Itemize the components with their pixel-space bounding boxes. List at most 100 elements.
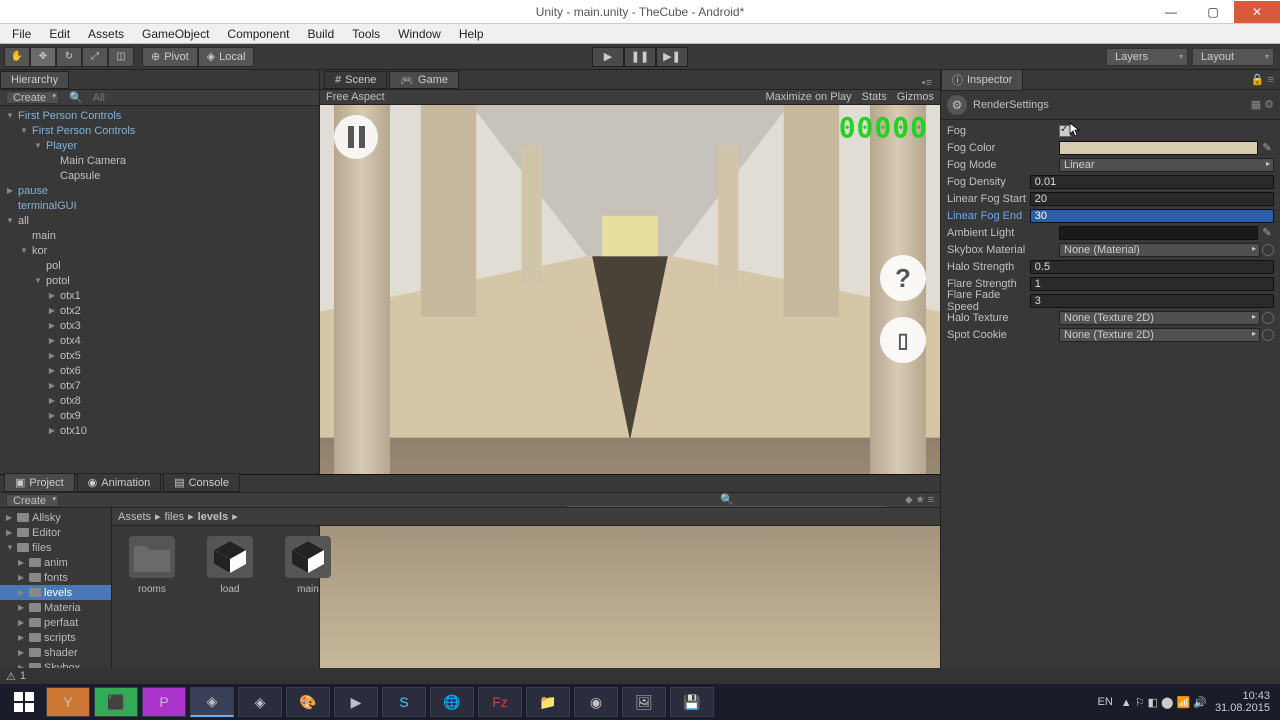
hierarchy-item[interactable]: Main Camera	[0, 153, 319, 168]
pause-button[interactable]: ❚❚	[624, 47, 656, 67]
taskbar-app-14[interactable]: 💾	[670, 687, 714, 717]
hierarchy-item[interactable]: ▶pause	[0, 183, 319, 198]
maximize-on-play-toggle[interactable]: Maximize on Play	[765, 91, 851, 103]
component-help-icon[interactable]: ▦ ⚙	[1251, 98, 1274, 111]
menu-component[interactable]: Component	[219, 25, 297, 43]
window-close-button[interactable]: ✕	[1234, 1, 1280, 23]
move-tool-button[interactable]: ✥	[30, 47, 56, 67]
project-folder-item[interactable]: ▶levels	[0, 585, 111, 600]
menu-edit[interactable]: Edit	[41, 25, 78, 43]
project-filter-icons[interactable]: ⬥ ★ ≡	[905, 494, 934, 507]
hierarchy-item[interactable]: ▶otx5	[0, 348, 319, 363]
taskbar-app-1[interactable]: Y	[46, 687, 90, 717]
project-folder-item[interactable]: ▼files	[0, 540, 111, 555]
panel-menu-icon[interactable]: ▪≡	[922, 77, 932, 89]
menu-file[interactable]: File	[4, 25, 39, 43]
project-folder-item[interactable]: ▶Editor	[0, 525, 111, 540]
taskbar-app-6[interactable]: 🎨	[286, 687, 330, 717]
text-field[interactable]	[1030, 209, 1274, 223]
hierarchy-item[interactable]: ▶otx10	[0, 423, 319, 438]
menu-help[interactable]: Help	[451, 25, 492, 43]
hierarchy-item[interactable]: ▶otx9	[0, 408, 319, 423]
project-folder-item[interactable]: ▶Allsky	[0, 510, 111, 525]
game-pause-button[interactable]	[334, 115, 378, 159]
hierarchy-tab[interactable]: Hierarchy	[0, 71, 69, 89]
inspector-lock-icon[interactable]: 🔒 ≡	[1251, 73, 1280, 86]
window-minimize-button[interactable]: —	[1150, 1, 1192, 23]
animation-tab[interactable]: ◉ Animation	[77, 473, 162, 492]
game-door-button[interactable]: ▯	[880, 317, 926, 363]
tray-lang[interactable]: EN	[1098, 696, 1113, 708]
hierarchy-item[interactable]: main	[0, 228, 319, 243]
menu-assets[interactable]: Assets	[80, 25, 132, 43]
object-picker-icon[interactable]	[1262, 312, 1274, 324]
project-tab[interactable]: ▣ Project	[4, 473, 75, 492]
project-folder-item[interactable]: ▶Materia	[0, 600, 111, 615]
eyedropper-icon[interactable]: ✎	[1260, 226, 1274, 239]
hand-tool-button[interactable]: ✋	[4, 47, 30, 67]
taskbar-explorer[interactable]: 📁	[526, 687, 570, 717]
project-folder-item[interactable]: ▶anim	[0, 555, 111, 570]
dropdown-field[interactable]: Linear	[1059, 158, 1274, 172]
taskbar-skype[interactable]: S	[382, 687, 426, 717]
game-tab[interactable]: 🎮Game	[389, 71, 459, 89]
color-field[interactable]	[1059, 141, 1258, 155]
object-field[interactable]: None (Material)	[1059, 243, 1260, 257]
hierarchy-item[interactable]: pol	[0, 258, 319, 273]
hierarchy-item[interactable]: ▼kor	[0, 243, 319, 258]
stats-toggle[interactable]: Stats	[862, 91, 887, 103]
asset-item[interactable]: load	[200, 536, 260, 666]
asset-item[interactable]: rooms	[122, 536, 182, 666]
taskbar-app-7[interactable]: ▶	[334, 687, 378, 717]
hierarchy-item[interactable]: ▶otx1	[0, 288, 319, 303]
hierarchy-item[interactable]: ▼First Person Controls	[0, 108, 319, 123]
taskbar-app-2[interactable]: ⬛	[94, 687, 138, 717]
project-create-dropdown[interactable]: Create	[6, 494, 59, 507]
taskbar-filezilla[interactable]: Fz	[478, 687, 522, 717]
rotate-tool-button[interactable]: ↻	[56, 47, 82, 67]
taskbar-steam[interactable]: ◉	[574, 687, 618, 717]
rect-tool-button[interactable]: ◫	[108, 47, 134, 67]
hierarchy-item[interactable]: terminalGUI	[0, 198, 319, 213]
hierarchy-item[interactable]: ▶otx3	[0, 318, 319, 333]
text-field[interactable]	[1030, 192, 1274, 206]
pivot-button[interactable]: ⊕Pivot	[142, 47, 198, 67]
hierarchy-item[interactable]: ▶otx6	[0, 363, 319, 378]
hierarchy-item[interactable]: ▼potol	[0, 273, 319, 288]
hierarchy-item[interactable]: ▼First Person Controls	[0, 123, 319, 138]
layers-dropdown[interactable]: Layers	[1106, 48, 1188, 66]
console-tab[interactable]: ▤ Console	[163, 473, 240, 492]
object-picker-icon[interactable]	[1262, 329, 1274, 341]
menu-window[interactable]: Window	[390, 25, 449, 43]
taskbar-unity[interactable]: ◈	[190, 687, 234, 717]
hierarchy-item[interactable]: ▼all	[0, 213, 319, 228]
project-folder-item[interactable]: ▶fonts	[0, 570, 111, 585]
scene-tab[interactable]: #Scene	[324, 71, 387, 89]
tray-icons[interactable]: ▲ ⚐ ◧ ⬤ 📶 🔊	[1121, 696, 1207, 709]
warning-icon[interactable]: ⚠	[6, 670, 16, 683]
text-field[interactable]	[1030, 175, 1274, 189]
tray-clock[interactable]: 10:4331.08.2015	[1215, 690, 1270, 714]
project-folder-item[interactable]: ▶shader	[0, 645, 111, 660]
taskbar-app-5[interactable]: ◈	[238, 687, 282, 717]
color-field[interactable]	[1059, 226, 1258, 240]
object-field[interactable]: None (Texture 2D)	[1059, 311, 1260, 325]
hierarchy-item[interactable]: ▶otx8	[0, 393, 319, 408]
hierarchy-item[interactable]: ▼Player	[0, 138, 319, 153]
menu-build[interactable]: Build	[299, 25, 342, 43]
text-field[interactable]	[1030, 260, 1274, 274]
hierarchy-search-input[interactable]: All	[93, 92, 105, 104]
checkbox[interactable]	[1059, 125, 1071, 137]
menu-tools[interactable]: Tools	[344, 25, 388, 43]
object-field[interactable]: None (Texture 2D)	[1059, 328, 1260, 342]
text-field[interactable]	[1030, 294, 1274, 308]
hierarchy-item[interactable]: ▶otx4	[0, 333, 319, 348]
text-field[interactable]	[1030, 277, 1274, 291]
menu-gameobject[interactable]: GameObject	[134, 25, 217, 43]
step-button[interactable]: ▶❚	[656, 47, 688, 67]
window-maximize-button[interactable]: ▢	[1192, 1, 1234, 23]
project-assets-grid[interactable]: roomsloadmain	[112, 526, 940, 676]
project-folder-tree[interactable]: ▶Allsky▶Editor▼files▶anim▶fonts▶levels▶M…	[0, 508, 112, 690]
project-breadcrumb[interactable]: Assets▸ files▸ levels▸	[112, 508, 940, 526]
eyedropper-icon[interactable]: ✎	[1260, 141, 1274, 154]
